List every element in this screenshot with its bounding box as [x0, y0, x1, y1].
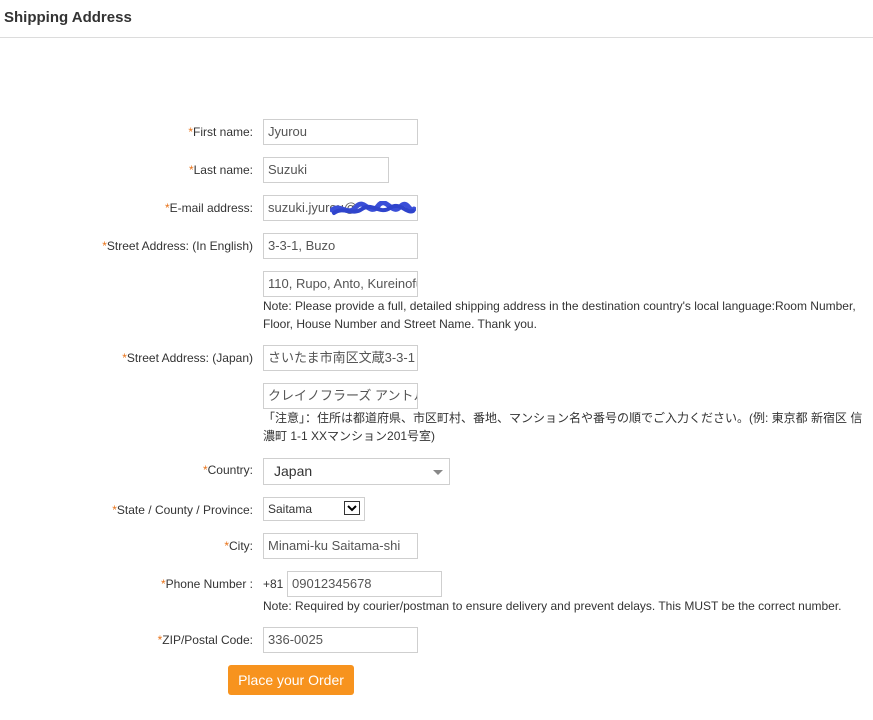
- phone-note: Note: Required by courier/postman to ens…: [263, 599, 842, 613]
- place-order-button[interactable]: Place your Order: [228, 665, 354, 695]
- state-select[interactable]: Saitama: [263, 497, 365, 521]
- last-name-field[interactable]: Suzuki: [263, 157, 389, 183]
- state-label: *State / County / Province:: [112, 503, 253, 517]
- country-label: *Country:: [202, 463, 253, 477]
- page-header: Shipping Address: [0, 0, 873, 38]
- street-jp-label: *Street Address: (Japan): [122, 351, 253, 365]
- street-en-note: Note: Please provide a full, detailed sh…: [263, 299, 856, 331]
- phone-label: *Phone Number :: [160, 577, 253, 591]
- zip-label: *ZIP/Postal Code:: [157, 633, 253, 647]
- city-field[interactable]: Minami-ku Saitama-shi: [263, 533, 418, 559]
- first-name-label: *First name:: [188, 125, 253, 139]
- street-jp-line2-field[interactable]: クレイノフラーズ アントルポ: [263, 383, 418, 409]
- street-en-line1-field[interactable]: 3-3-1, Buzo: [263, 233, 418, 259]
- street-jp-line1-field[interactable]: さいたま市南区文蔵3-3-1: [263, 345, 418, 371]
- page-title: Shipping Address: [4, 9, 132, 26]
- phone-country-code: +81: [263, 577, 284, 591]
- state-value: Saitama: [268, 502, 313, 516]
- phone-field[interactable]: 09012345678: [287, 571, 442, 597]
- street-jp-note: 「注意」：住所は都道府県、市区町村、番地、マンション名や番号の順でご入力ください…: [263, 411, 863, 443]
- street-en-line2-field[interactable]: 110, Rupo, Anto, Kureinofu: [263, 271, 418, 297]
- street-en-label: *Street Address: (In English): [102, 239, 253, 253]
- email-label: *E-mail address:: [164, 201, 253, 215]
- country-value: Japan: [274, 463, 313, 479]
- city-label: *City:: [224, 539, 253, 553]
- redaction-scribble: [330, 201, 416, 215]
- first-name-field[interactable]: Jyurou: [263, 119, 418, 145]
- country-select[interactable]: Japan: [263, 458, 450, 485]
- last-name-label: *Last name:: [188, 163, 253, 177]
- zip-field[interactable]: 336-0025: [263, 627, 418, 653]
- chevron-down-icon: [433, 470, 443, 475]
- dropdown-arrow-icon[interactable]: [344, 501, 360, 515]
